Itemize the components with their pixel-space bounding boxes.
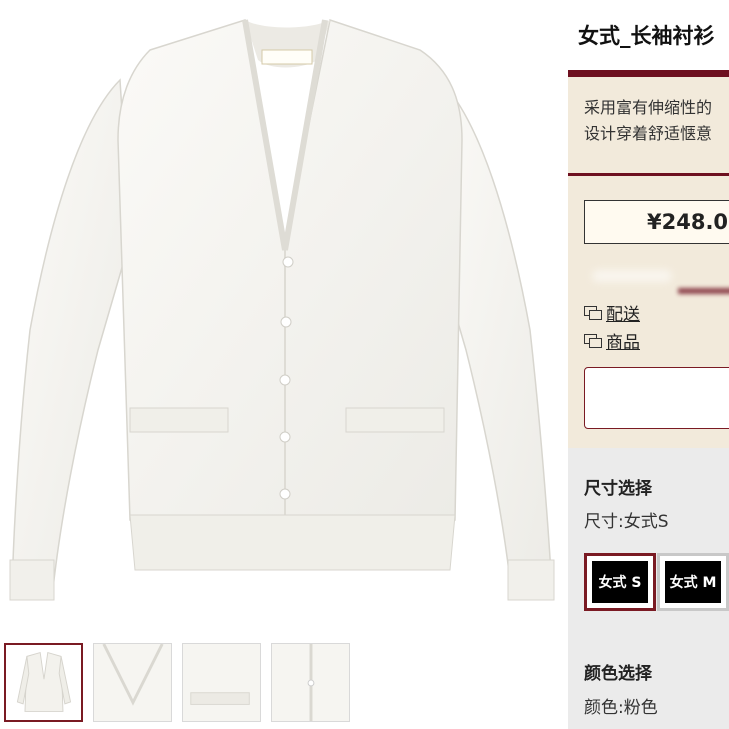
chat-icon [584, 334, 602, 348]
product-page: 女式_长袖衬衫 采用富有伸缩性的 设计穿着舒适惬意 ¥248.0 配送 商品 尺… [0, 0, 729, 729]
cardigan-illustration [9, 19, 555, 601]
delivery-link[interactable]: 配送 [584, 300, 640, 325]
thumbnail-3[interactable] [182, 643, 261, 722]
empty-option-box[interactable] [584, 367, 729, 429]
size-option-m[interactable]: 女式 M [657, 553, 729, 611]
price-box: ¥248.0 [584, 200, 729, 244]
chat-icon [584, 306, 602, 320]
product-info-panel: 女式_长袖衬衫 采用富有伸缩性的 设计穿着舒适惬意 ¥248.0 配送 商品 尺… [568, 0, 729, 729]
title-box: 女式_长袖衬衫 [568, 0, 729, 70]
price: ¥248.0 [647, 210, 729, 234]
thumbnail-1[interactable] [4, 643, 83, 722]
description-line-2: 设计穿着舒适惬意 [584, 124, 713, 143]
description-divider [568, 173, 729, 176]
title-divider [568, 70, 729, 77]
size-option-m-label: 女式 M [665, 561, 721, 603]
product-link[interactable]: 商品 [584, 328, 640, 353]
size-current: 尺寸:女式S [584, 512, 669, 532]
color-current: 颜色:粉色 [584, 698, 658, 718]
blurred-bar [678, 288, 729, 294]
thumbnail-strip [4, 643, 350, 722]
main-product-image[interactable] [0, 0, 568, 630]
product-title: 女式_长袖衬衫 [578, 24, 715, 48]
blurred-text [592, 270, 672, 282]
description-line-1: 采用富有伸缩性的 [584, 98, 713, 117]
delivery-link-label: 配送 [606, 305, 640, 325]
size-section-title: 尺寸选择 [584, 479, 652, 499]
thumbnail-2[interactable] [93, 643, 172, 722]
size-option-s[interactable]: 女式 S [584, 553, 656, 611]
product-link-label: 商品 [606, 333, 640, 353]
product-description: 采用富有伸缩性的 设计穿着舒适惬意 [568, 77, 729, 173]
color-section-title: 颜色选择 [584, 664, 652, 684]
thumbnail-4[interactable] [271, 643, 350, 722]
size-option-s-label: 女式 S [592, 561, 648, 603]
